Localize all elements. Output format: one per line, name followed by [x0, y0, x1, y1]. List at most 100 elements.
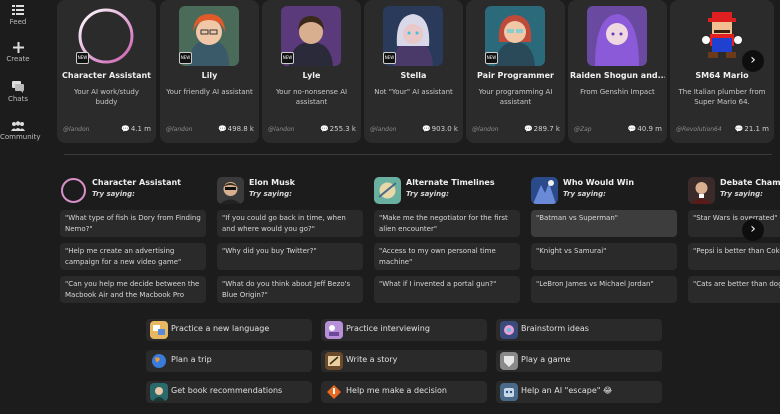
chat-count: 💬498.8 k [217, 125, 254, 133]
character-card[interactable]: NEW Pair Programmer Your programming AI … [466, 0, 565, 143]
chat-count: 💬255.3 k [319, 125, 356, 133]
card-description: The Italian plumber from Super Mario 64. [678, 88, 766, 106]
card-name: Pair Programmer [477, 71, 554, 80]
sidebar-item-chats[interactable]: Chats [0, 81, 36, 103]
chat-count: 💬40.9 m [627, 125, 662, 133]
chat-bubble-icon: 💬 [523, 125, 533, 133]
plus-icon [12, 42, 24, 53]
suggestion-chip[interactable]: "Can you help me decide between the Macb… [60, 276, 206, 303]
column-title: Who Would Win [563, 178, 635, 187]
card-author[interactable]: @Revolution64 [676, 126, 722, 133]
avatar [531, 177, 558, 204]
card-name: Raiden Shogun and... [570, 71, 665, 80]
card-name: Lily [201, 71, 218, 80]
suggestion-chip[interactable]: "Star Wars is overrated" [688, 210, 780, 237]
suggestion-chip[interactable]: "If you could go back in time, when and … [217, 210, 363, 237]
suggestion-chip[interactable]: "Cats are better than dogs" [688, 276, 780, 303]
chat-count: 💬903.0 k [421, 125, 458, 133]
book-icon [150, 383, 168, 401]
quick-action-button[interactable]: Get book recommendations [146, 381, 312, 403]
character-card[interactable]: NEW Lily Your friendly AI assistant @lan… [160, 0, 259, 143]
carousel-next-button[interactable]: › [742, 50, 764, 72]
sidebar-item-label: Feed [9, 18, 27, 26]
chat-count: 💬289.7 k [523, 125, 560, 133]
quick-action-button[interactable]: Practice interviewing [321, 319, 487, 341]
suggestions-next-button[interactable]: › [742, 219, 764, 241]
chat-bubble-icon: 💬 [627, 125, 637, 133]
avatar [587, 6, 647, 66]
interview-icon [325, 321, 343, 339]
column-title: Alternate Timelines [406, 178, 495, 187]
quick-action-button[interactable]: Plan a trip [146, 350, 312, 372]
sidebar-item-create[interactable]: Create [0, 42, 36, 63]
avatar [688, 177, 715, 204]
suggestion-chip[interactable]: "Pepsi is better than Coke" [688, 243, 780, 270]
card-name: SM64 Mario [695, 71, 749, 80]
robot-icon [500, 383, 518, 401]
brainstorm-icon [500, 321, 518, 339]
card-author[interactable]: @Zap [574, 126, 592, 133]
section-divider [64, 154, 772, 155]
sidebar-item-label: Community [0, 133, 41, 141]
sidebar-item-feed[interactable]: Feed [0, 4, 36, 26]
feed-icon [12, 5, 24, 15]
suggestion-chip[interactable]: "What do you think about Jeff Bezo's Blu… [217, 276, 363, 303]
avatar [60, 177, 87, 204]
card-author[interactable]: @landon [268, 126, 294, 133]
new-badge: NEW [281, 52, 294, 64]
sidebar-item-community[interactable]: Community [0, 121, 41, 141]
card-description: Your no-nonsense AI assistant [275, 88, 348, 106]
character-card[interactable]: SM64 Mario The Italian plumber from Supe… [670, 0, 774, 143]
avatar [374, 177, 401, 204]
suggestion-chip[interactable]: "Batman vs Superman" [531, 210, 677, 237]
chat-icon [12, 81, 24, 93]
suggestion-chip[interactable]: "LeBron James vs Michael Jordan" [531, 276, 677, 303]
suggestion-chip[interactable]: "Make me the negotiator for the first al… [374, 210, 520, 237]
suggestion-column: Alternate Timelines Try saying: "Make me… [374, 175, 524, 303]
quick-action-label: Play a game [521, 355, 571, 364]
quick-action-button[interactable]: Brainstorm ideas [496, 319, 662, 341]
try-saying-label: Try saying: [720, 190, 763, 198]
suggestion-chip[interactable]: "What type of fish is Dory from Finding … [60, 210, 206, 237]
character-card[interactable]: NEW Stella Not "Your" AI assistant @land… [364, 0, 463, 143]
quick-action-button[interactable]: Help me make a decision [321, 381, 487, 403]
character-card[interactable]: Raiden Shogun and... From Genshin Impact… [568, 0, 667, 143]
chat-bubble-icon: 💬 [734, 125, 744, 133]
card-description: Your AI work/study buddy [74, 88, 139, 106]
chat-bubble-icon: 💬 [121, 125, 130, 133]
try-saying-label: Try saying: [92, 190, 135, 198]
suggestion-chip[interactable]: "What if I invented a portal gun?" [374, 276, 520, 303]
quick-action-label: Plan a trip [171, 355, 212, 364]
sidebar: Feed Create Chats Community [0, 0, 41, 414]
character-card[interactable]: NEW Character Assistant Your AI work/stu… [57, 0, 156, 143]
character-card[interactable]: NEW Lyle Your no-nonsense AI assistant @… [262, 0, 361, 143]
suggestion-chip[interactable]: "Knight vs Samurai" [531, 243, 677, 270]
column-title: Character Assistant [92, 178, 181, 187]
try-saying-label: Try saying: [406, 190, 449, 198]
quick-action-button[interactable]: Practice a new language [146, 319, 312, 341]
decision-icon [325, 383, 343, 401]
quick-action-button[interactable]: Write a story [321, 350, 487, 372]
sidebar-item-label: Create [6, 55, 30, 63]
avatar [217, 177, 244, 204]
suggestion-chip[interactable]: "Why did you buy Twitter?" [217, 243, 363, 270]
quick-action-button[interactable]: Play a game [496, 350, 662, 372]
community-icon [11, 121, 25, 131]
card-author[interactable]: @landon [370, 126, 396, 133]
new-badge: NEW [76, 52, 89, 64]
language-icon [150, 321, 168, 339]
quick-action-label: Practice interviewing [346, 324, 430, 333]
card-author[interactable]: @landon [472, 126, 498, 133]
chat-count: 💬4.1 m [121, 125, 151, 133]
suggestion-chip[interactable]: "Help me create an advertising campaign … [60, 243, 206, 270]
try-saying-label: Try saying: [249, 190, 292, 198]
card-author[interactable]: @landon [63, 126, 89, 133]
suggestion-column: Character Assistant Try saying: "What ty… [60, 175, 210, 303]
card-author[interactable]: @landon [166, 126, 192, 133]
suggestion-chip[interactable]: "Access to my own personal time machine" [374, 243, 520, 270]
suggestion-column: Debate Champion Try saying: "Star Wars i… [688, 175, 780, 305]
chat-bubble-icon: 💬 [217, 125, 227, 133]
column-title: Debate Champion [720, 178, 780, 187]
globe-icon [150, 352, 168, 370]
quick-action-button[interactable]: Help an AI "escape" 😂 [496, 381, 662, 403]
